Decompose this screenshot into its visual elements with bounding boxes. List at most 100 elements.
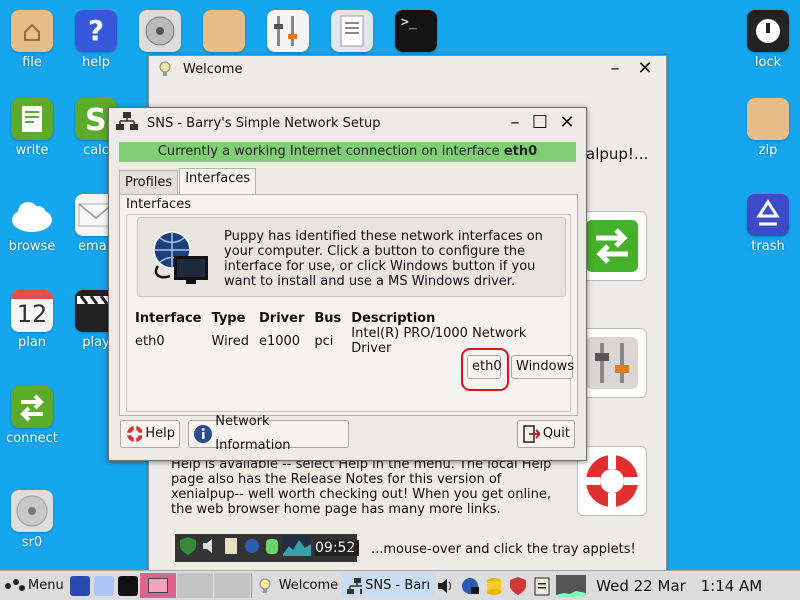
task-welcome-label: Welcome [278,578,339,593]
help-button[interactable]: Help [120,420,180,448]
desktop-icon-connect[interactable]: connect [0,386,64,446]
mixer-launcher[interactable] [577,328,647,398]
speaker-icon[interactable] [436,576,456,596]
desktop-icon-file[interactable]: file [0,10,64,70]
desktop-icon-trash[interactable]: trash [736,194,800,254]
network-icon [347,577,363,594]
help-icon: ? [75,10,117,52]
speaker-icon [201,536,219,560]
info-icon [194,425,212,443]
tray-preview-time: 09:52 [315,540,360,556]
menu-button[interactable]: Menu [0,573,68,598]
clipboard-icon[interactable] [532,576,552,596]
calendar-date: 12 [16,300,48,328]
cell-interface: eth0 [135,333,165,349]
minimize-button[interactable]: – [506,114,524,132]
terminal-icon: >_ [395,10,437,52]
cpu-graph-icon [283,536,311,560]
quit-label: Quit [542,426,570,441]
desktop-icon-notes[interactable] [320,10,384,55]
bulb-icon [157,61,173,77]
shield-icon[interactable] [508,576,528,596]
tray-hint: ...mouse-over and click the tray applets… [371,542,636,557]
desktop-icon-help[interactable]: ? help [64,10,128,70]
show-desktop-icon[interactable] [69,575,90,596]
harddisk-icon [139,10,181,52]
desktop-icon-sr0[interactable]: sr0 [0,490,64,550]
maximize-button[interactable]: ☐ [531,114,549,132]
quit-button[interactable]: Quit [517,420,575,448]
connect-launcher[interactable] [577,211,647,281]
clock[interactable]: Wed 22 Mar 1:14 AM [596,577,762,595]
desktop-icon-terminal[interactable]: >_ [384,10,448,55]
write-icon [11,98,53,140]
network-information-button[interactable]: Network Information [188,414,349,453]
minimize-button[interactable]: – [606,60,624,78]
connection-status-banner: Currently a working Internet connection … [119,142,576,162]
disc-icon [11,490,53,532]
task-sns[interactable]: SNS - Barı [342,573,435,598]
desktop-icon-browse[interactable]: browse [0,194,64,254]
terminal-icon[interactable] [117,575,138,596]
status-text: Currently a working Internet connection … [157,144,500,159]
interfaces-panel: Interfaces Puppy has identified these ne… [119,194,578,416]
info-box: Puppy has identified these network inter… [137,217,566,297]
sns-dialog: SNS - Barry's Simple Network Setup – ☐ ✕… [108,107,587,461]
task-welcome[interactable]: Welcome [253,573,342,598]
network-icon [115,111,139,135]
menu-label: Menu [28,578,64,593]
network-globe-icon[interactable] [460,576,480,596]
shield-icon [179,536,197,560]
network-globe-icon [148,228,212,292]
cell-type: Wired [211,333,250,349]
windows-button[interactable]: Windows [511,355,574,379]
desktop-icon-plan[interactable]: 12 plan [0,290,64,350]
eth0-button[interactable]: eth0 [467,355,502,379]
tray-preview: 09:52 [175,534,360,562]
cell-driver: e1000 [259,333,301,349]
welcome-text-line: page also has the Release Notes for this… [171,472,502,487]
close-button[interactable]: ✕ [558,114,576,132]
tab-interfaces[interactable]: Interfaces [179,168,257,194]
desktop-icon-folder[interactable] [192,10,256,55]
lifebuoy-icon [586,455,638,507]
pager-desktop-1[interactable] [139,573,176,598]
desktop-icon-label: file [22,55,42,70]
separator [250,573,252,598]
paw-icon [5,578,25,591]
clock-date: Wed 22 Mar [596,576,686,595]
welcome-title: Welcome [183,61,243,77]
clipboard-icon [223,536,239,560]
pager-desktop-2[interactable] [176,573,213,598]
mixer-icon [586,337,638,389]
header-bus: Bus [314,311,342,326]
exit-icon [523,425,540,443]
drive-icon [265,536,279,560]
drive-icon[interactable] [484,576,504,596]
desktop-icon-zip[interactable]: zip [736,98,800,158]
welcome-text-line: the web browser home page has many more … [171,502,501,517]
recycle-icon [747,194,789,236]
svg-text:S: S [85,103,107,138]
desktop-icon-mixer[interactable] [256,10,320,55]
header-description: Description [351,311,436,326]
connect-arrows-icon [586,220,638,272]
frame-label: Interfaces [126,197,191,212]
folder-icon [203,10,245,52]
table-header-row: Interface Type Driver Bus Description [135,311,570,326]
desktop-icon-lock[interactable]: lock [736,10,800,70]
help-launcher[interactable] [577,446,647,516]
pager-desktop-3[interactable] [213,573,250,598]
lifebuoy-icon [127,426,143,442]
browser-icon[interactable] [93,575,114,596]
status-interface: eth0 [503,144,538,159]
tab-profiles[interactable]: Profiles [119,170,179,194]
welcome-titlebar[interactable]: Welcome [149,56,666,82]
cpu-graph-icon[interactable] [556,574,587,597]
desktop-icon-label: connect [6,431,58,446]
close-button[interactable]: ✕ [636,60,654,78]
desktop-icon-label: plan [17,335,47,350]
desktop-icon-write[interactable]: write [0,98,64,158]
sns-title: SNS - Barry's Simple Network Setup [147,115,381,131]
network-globe-icon [243,536,261,560]
